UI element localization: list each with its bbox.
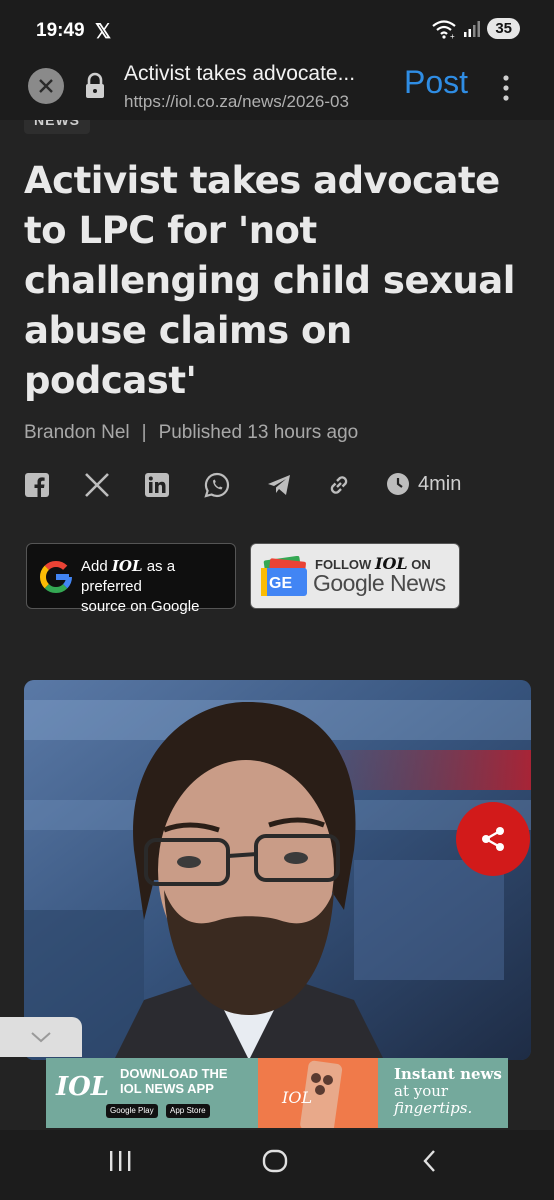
byline-separator: |: [141, 422, 147, 443]
url-text[interactable]: https://iol.co.za/news/2026-03: [124, 92, 392, 112]
google-play-badge[interactable]: Google Play: [106, 1104, 158, 1118]
ad-download-line2: IOL NEWS APP: [120, 1081, 214, 1096]
ad-download-line1: DOWNLOAD THE: [120, 1066, 228, 1081]
share-fab-button[interactable]: [456, 802, 530, 876]
status-indicators: + 35: [431, 18, 520, 39]
chevron-down-icon: [31, 1032, 51, 1043]
battery-indicator: 35: [487, 18, 520, 39]
hero-image[interactable]: [24, 680, 531, 1060]
read-time-label: 4min: [418, 472, 462, 495]
published-time: Published 13 hours ago: [158, 422, 359, 443]
ad-phone-graphic: [258, 1058, 378, 1128]
ad-tagline-line3: fingertips.: [394, 1099, 473, 1117]
ad-download-text: DOWNLOAD THE IOL NEWS APP: [120, 1066, 228, 1096]
article-content: NEWS Activist takes advocate to LPC for …: [0, 120, 554, 1130]
ad-tagline-line1: Instant news: [394, 1065, 502, 1083]
lock-icon[interactable]: [84, 72, 106, 100]
close-icon: [39, 79, 53, 93]
svg-text:GE: GE: [269, 575, 292, 592]
google-news-icon: GE: [261, 556, 307, 596]
status-time: 19:49: [36, 20, 85, 41]
ad-banner[interactable]: IOL DOWNLOAD THE IOL NEWS APP Google Pla…: [46, 1058, 508, 1128]
author-name[interactable]: Brandon Nel: [24, 422, 130, 444]
preferred-source-button[interactable]: Add IOL as a preferred source on Google: [26, 543, 236, 615]
svg-text:+: +: [450, 32, 455, 39]
gnews-name: Google News: [313, 570, 446, 596]
pref-brand: IOL: [111, 557, 143, 575]
ad-tagline-line2: at your: [394, 1082, 449, 1100]
read-time: 4min: [386, 472, 461, 496]
ad-phone-logo: IOL: [282, 1088, 313, 1107]
phone-illustration: [300, 1060, 343, 1128]
clock-icon: [387, 473, 409, 495]
status-bar: 19:49 𝕏 + 35: [0, 0, 554, 58]
page-title[interactable]: Activist takes advocate...: [124, 62, 392, 86]
x-icon[interactable]: [84, 472, 110, 498]
x-notification-icon: 𝕏: [95, 21, 112, 43]
recent-apps-icon[interactable]: [108, 1148, 132, 1174]
wifi-icon: +: [432, 19, 457, 39]
article-headline: Activist takes advocate to LPC for 'not …: [24, 159, 515, 402]
app-store-badge[interactable]: App Store: [166, 1104, 210, 1118]
close-button[interactable]: [28, 68, 64, 104]
ad-iol-logo: IOL: [56, 1072, 110, 1102]
post-button[interactable]: Post: [404, 64, 468, 101]
browser-url-bar: Activist takes advocate... https://iol.c…: [0, 58, 554, 120]
google-icon: [40, 560, 73, 593]
more-options-icon[interactable]: [502, 74, 510, 102]
telegram-icon[interactable]: [266, 472, 292, 498]
linkedin-icon[interactable]: [144, 472, 170, 498]
ad-collapse-tab[interactable]: [0, 1017, 82, 1057]
pref-line2: source on Google: [81, 598, 200, 615]
whatsapp-icon[interactable]: [204, 472, 230, 498]
portrait-photo: [24, 680, 531, 1060]
share-icon: [482, 827, 504, 851]
preferred-source-text: Add IOL as a preferred source on Google: [81, 556, 235, 617]
link-icon[interactable]: [326, 472, 352, 498]
share-row: 4min: [24, 472, 524, 502]
home-icon[interactable]: [262, 1148, 288, 1174]
pref-add-text: Add: [81, 558, 108, 575]
back-icon[interactable]: [420, 1148, 440, 1174]
category-tag[interactable]: NEWS: [24, 120, 90, 134]
ad-tagline: Instant news at your fingertips.: [394, 1066, 502, 1117]
google-news-follow-button[interactable]: GE FOLLOW IOL ON Google News: [250, 543, 460, 609]
signal-icon: [464, 20, 481, 37]
byline: Brandon Nel | Published 13 hours ago: [24, 422, 358, 444]
facebook-icon[interactable]: [24, 472, 50, 498]
system-nav-bar: [0, 1130, 554, 1200]
